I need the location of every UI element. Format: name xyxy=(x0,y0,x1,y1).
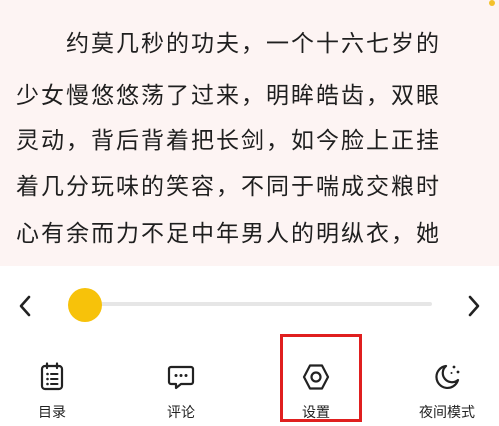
night-mode-label: 夜间模式 xyxy=(419,405,475,421)
next-chapter-button[interactable] xyxy=(459,288,489,324)
chevron-right-icon xyxy=(468,295,480,317)
settings-label: 设置 xyxy=(302,405,330,421)
table-of-contents-button[interactable]: 目录 xyxy=(0,358,107,426)
chapter-progress-track[interactable] xyxy=(86,302,432,306)
comment-icon xyxy=(167,365,195,390)
reader-line: 少女慢悠悠荡了过来，明眸皓齿，双眼 xyxy=(16,83,441,109)
scroll-indicator xyxy=(489,0,495,6)
comment-label: 评论 xyxy=(167,405,195,421)
night-mode-button[interactable]: 夜间模式 xyxy=(392,358,499,426)
night-mode-icon xyxy=(435,364,460,389)
settings-icon xyxy=(302,364,330,390)
table-of-contents-label: 目录 xyxy=(38,405,66,421)
reader-line: 约莫几秒的功夫，一个十六七岁的 xyxy=(16,31,441,57)
reader-control-panel: 目录 评论 设置 夜间模式 xyxy=(0,266,499,426)
table-of-contents-icon xyxy=(40,362,64,391)
chevron-left-icon xyxy=(19,295,31,317)
settings-button[interactable]: 设置 xyxy=(261,358,371,426)
reader-line: 心有余而力不足中年男人的明纵衣，她 xyxy=(16,221,441,247)
reader-content[interactable]: 约莫几秒的功夫，一个十六七岁的 少女慢悠悠荡了过来，明眸皓齿，双眼 灵动，背后背… xyxy=(0,0,499,266)
previous-chapter-button[interactable] xyxy=(10,288,40,324)
chapter-progress-thumb[interactable] xyxy=(68,288,102,322)
reader-line: 着几分玩味的笑容，不同于喘成交粮时 xyxy=(16,174,441,200)
reader-line: 灵动，背后背着把长剑，如今脸上正挂 xyxy=(16,128,441,154)
comment-button[interactable]: 评论 xyxy=(126,358,236,426)
